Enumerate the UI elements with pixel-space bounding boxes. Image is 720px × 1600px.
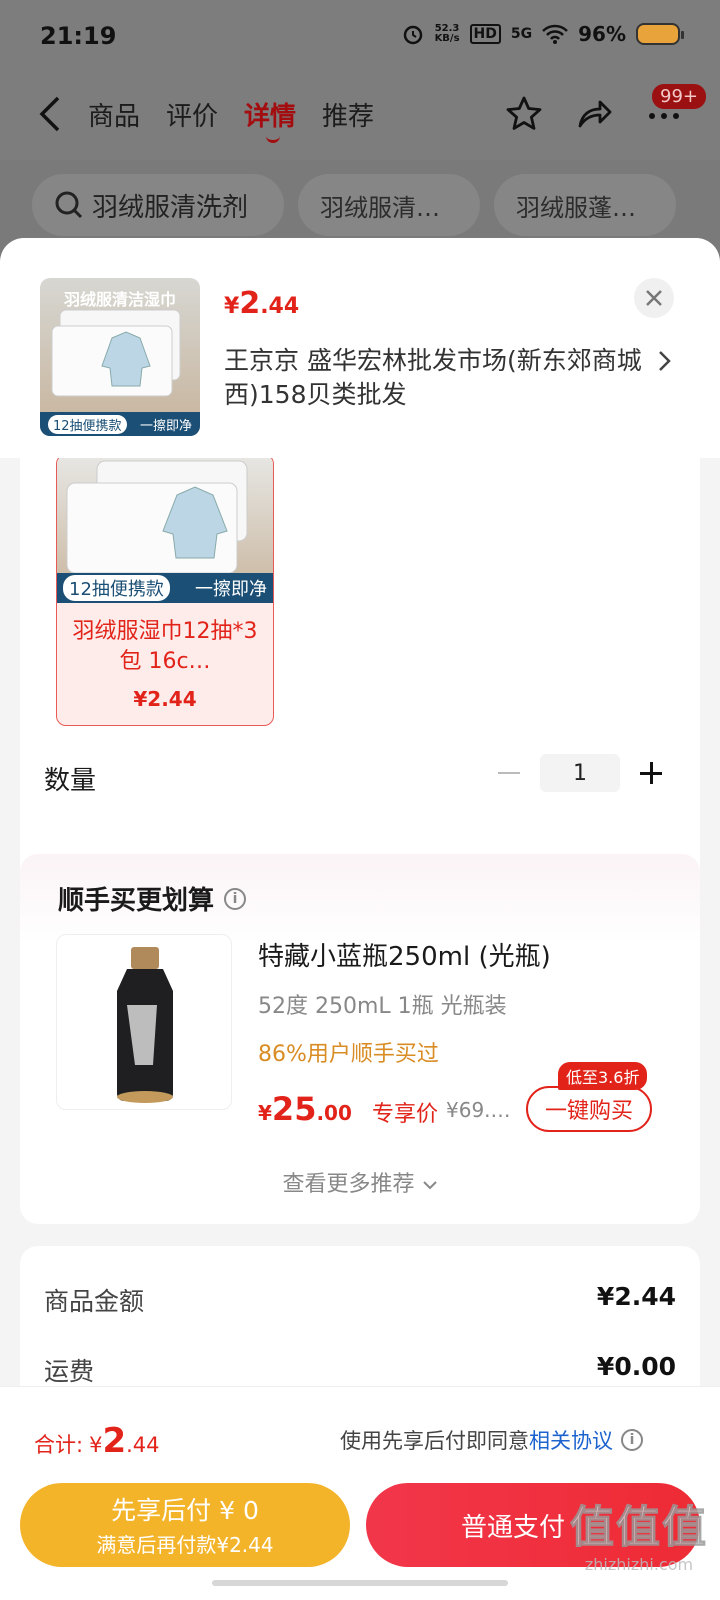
search-chip-3[interactable]: 羽绒服蓬… (494, 174, 676, 236)
close-icon (646, 290, 662, 306)
thumb-slogan: 一擦即净 (139, 418, 192, 434)
recommend-stat: 86%用户顺手买过 (258, 1042, 439, 1067)
sku-name: 羽绒服湿巾12抽*3包 16c… (72, 619, 258, 674)
net-speed: 52.3 KB/s (434, 23, 460, 44)
summary-row-goods: 商品金额 ¥2.44 (44, 1282, 676, 1316)
status-icons: 52.3 KB/s HD 5G 96% (401, 22, 684, 46)
agreement-link[interactable]: 相关协议 (529, 1429, 613, 1453)
battery-percent: 96% (578, 22, 626, 46)
recommend-title: 顺手买更划算 i (58, 880, 247, 917)
sku-option[interactable]: 12抽便携款 一擦即净 羽绒服湿巾12抽*3包 16c… ¥2.44 (56, 454, 274, 726)
search-chips: 羽绒服清洗剂 羽绒服清… 羽绒服蓬… (0, 168, 720, 242)
thumb-badge: 12抽便携款 (48, 414, 127, 434)
hd-icon: HD (469, 24, 501, 44)
one-click-buy-button[interactable]: 一键购买 (526, 1086, 652, 1132)
status-time: 21:19 (40, 22, 117, 50)
share-icon[interactable] (574, 94, 614, 134)
exclusive-price-tag: 专享价 (372, 1102, 439, 1127)
recommend-product-image[interactable] (56, 934, 232, 1110)
delivery-address[interactable]: 王京京 盛华宏林批发市场(新东郊商城西)158贝类批发 (224, 344, 644, 412)
search-icon (55, 191, 83, 219)
sku-badge: 12抽便携款 (63, 575, 170, 601)
discount-badge: 低至3.6折 (558, 1062, 648, 1090)
sku-slogan: 一擦即净 (195, 579, 267, 600)
status-bar: 21:19 52.3 KB/s HD 5G 96% (0, 0, 720, 72)
sku-price: ¥2.44 (133, 687, 197, 711)
recommend-card: 顺手买更划算 i 特藏小蓝瓶250ml (光瓶) 52度 250mL 1瓶 光瓶… (20, 854, 700, 1224)
total-price: 合计: ¥2.44 (34, 1421, 160, 1461)
signal-icon: 5G (510, 26, 533, 42)
nav-tabs: 商品 评价 详情 推荐 (88, 96, 374, 143)
agreement-text: 使用先享后付即同意相关协议 i (340, 1425, 643, 1455)
alarm-icon (403, 25, 422, 45)
star-icon[interactable] (504, 94, 544, 134)
close-button[interactable] (634, 278, 674, 318)
pay-later-button[interactable]: 先享后付 ¥ 0 满意后再付款¥2.44 (20, 1483, 350, 1567)
quantity-input[interactable]: 1 (540, 754, 620, 792)
decrease-button[interactable] (496, 760, 522, 786)
tab-details[interactable]: 详情 (244, 96, 296, 143)
bottle-image (117, 947, 173, 1103)
recommend-price: ¥25.00 (258, 1090, 352, 1128)
watermark-logo: 值值值 zhizhizhi.com (570, 1502, 708, 1575)
quantity-stepper: 1 (496, 754, 664, 792)
search-chip-1[interactable]: 羽绒服清洗剂 (32, 174, 284, 236)
quantity-label: 数量 (44, 766, 97, 796)
tab-product[interactable]: 商品 (88, 96, 140, 133)
sheet-price: ¥2.44 (224, 286, 300, 321)
home-indicator[interactable] (212, 1580, 508, 1586)
product-thumbnail: 羽绒服清洁湿巾 12抽便携款 一擦即净 (40, 278, 200, 436)
sheet-header: 羽绒服清洁湿巾 12抽便携款 一擦即净 ¥2.44 王京京 盛华宏林批发市场(新… (0, 238, 720, 458)
info-icon[interactable]: i (621, 1429, 643, 1451)
recommend-spec: 52度 250mL 1瓶 光瓶装 (258, 994, 507, 1019)
tab-recommend[interactable]: 推荐 (322, 96, 374, 133)
info-icon[interactable]: i (224, 887, 247, 910)
more-recommend-link[interactable]: 查看更多推荐 (20, 1166, 700, 1198)
back-arrow-icon[interactable] (34, 94, 70, 134)
battery-icon (636, 23, 684, 45)
search-chip-2[interactable]: 羽绒服清… (298, 174, 480, 236)
checkout-footer: 合计: ¥2.44 使用先享后付即同意相关协议 i 先享后付 ¥ 0 满意后再付款… (0, 1386, 720, 1600)
original-price: ¥69.… (446, 1098, 511, 1122)
recommend-name[interactable]: 特藏小蓝瓶250ml (光瓶) (258, 936, 551, 973)
chevron-down-icon (422, 1181, 437, 1190)
increase-button[interactable] (638, 760, 664, 786)
chevron-right-icon[interactable] (656, 348, 674, 374)
summary-row-shipping: 运费 ¥0.00 (44, 1352, 676, 1386)
product-nav-bar: 商品 评价 详情 推荐 (0, 72, 720, 160)
tab-reviews[interactable]: 评价 (166, 96, 218, 133)
wifi-icon (542, 24, 569, 44)
notification-badge: 99+ (652, 84, 706, 109)
